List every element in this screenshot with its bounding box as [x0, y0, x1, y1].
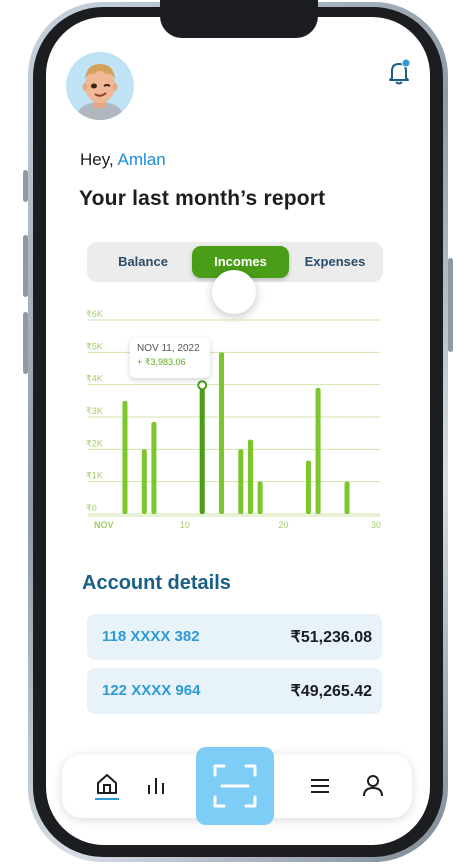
- profile-icon: [363, 775, 383, 797]
- bell-icon: [389, 58, 411, 85]
- bar: [315, 387, 321, 514]
- x-tick-label: NOV: [94, 520, 114, 530]
- tooltip-value: + ₹3,983.06: [137, 357, 186, 367]
- account-card[interactable]: 122 XXXX 964 ₹49,265.42: [87, 668, 382, 714]
- home-icon: [97, 774, 117, 794]
- x-tick-label: 30: [371, 520, 381, 530]
- avatar[interactable]: [66, 52, 134, 120]
- account-number: 122 XXXX 964: [102, 682, 201, 699]
- bar: [257, 481, 263, 514]
- bar: [219, 352, 225, 514]
- tab-balance[interactable]: Balance: [97, 246, 189, 278]
- stats-icon: [148, 778, 164, 794]
- memoji-avatar-icon: [78, 64, 122, 120]
- mute-switch: [23, 170, 28, 202]
- app-stage: Hey, Amlan Your last month’s report Bala…: [0, 0, 476, 864]
- nav-stats[interactable]: [145, 774, 167, 800]
- y-tick-label: ₹6K: [86, 309, 103, 319]
- y-tick-label: ₹0: [86, 503, 97, 513]
- x-tick-label: 20: [278, 520, 288, 530]
- y-tick-label: ₹1K: [86, 471, 103, 481]
- income-chart[interactable]: ₹6K ₹5K ₹4K ₹3K ₹2K ₹1K ₹0 NOV 10 20 30: [80, 300, 390, 540]
- tab-expenses[interactable]: Expenses: [291, 246, 379, 278]
- bar: [122, 400, 128, 514]
- user-name: Amlan: [117, 150, 166, 169]
- bar: [238, 449, 244, 514]
- y-tick-label: ₹4K: [86, 374, 103, 384]
- volume-down-button: [23, 312, 28, 374]
- highlight-point: [197, 380, 208, 391]
- nav-profile[interactable]: [362, 774, 384, 802]
- scan-button[interactable]: [196, 747, 274, 825]
- y-tick-label: ₹3K: [86, 406, 103, 416]
- active-nav-indicator: [95, 798, 119, 800]
- nav-menu[interactable]: [309, 776, 331, 800]
- volume-up-button: [23, 235, 28, 297]
- greeting: Hey, Amlan: [80, 150, 166, 170]
- notification-button[interactable]: [386, 58, 412, 86]
- account-balance: ₹51,236.08: [290, 629, 372, 646]
- greeting-prefix: Hey,: [80, 150, 114, 169]
- y-tick-label: ₹2K: [86, 438, 103, 448]
- notch: [160, 0, 318, 38]
- menu-icon: [311, 779, 329, 793]
- notification-dot: [401, 58, 411, 68]
- scan-icon: [213, 764, 257, 808]
- bar: [344, 481, 350, 514]
- bar: [305, 460, 311, 514]
- chart-tooltip: NOV 11, 2022 + ₹3,983.06: [130, 338, 210, 378]
- x-tick-label: 10: [180, 520, 190, 530]
- power-button: [448, 258, 453, 352]
- account-card[interactable]: 118 XXXX 382 ₹51,236.08: [87, 614, 382, 660]
- bar: [199, 385, 205, 514]
- account-number: 118 XXXX 382: [102, 628, 200, 645]
- account-balance: ₹49,265.42: [290, 683, 372, 700]
- account-details-title: Account details: [82, 572, 231, 594]
- nav-home[interactable]: [95, 772, 119, 800]
- y-tick-label: ₹5K: [86, 341, 103, 351]
- bar: [151, 421, 157, 514]
- bar: [247, 439, 253, 514]
- page-title: Your last month’s report: [79, 187, 326, 210]
- tooltip-date: NOV 11, 2022: [137, 343, 200, 354]
- bar: [141, 449, 147, 514]
